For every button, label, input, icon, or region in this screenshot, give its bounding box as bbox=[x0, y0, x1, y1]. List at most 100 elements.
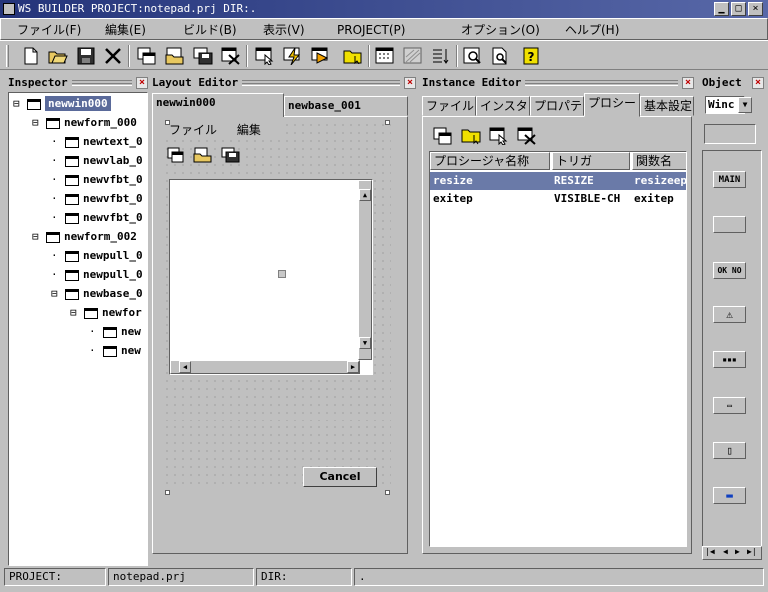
tree-node[interactable]: ⊟ newform_002 bbox=[9, 227, 147, 246]
scroll-down-icon[interactable]: ▼ bbox=[359, 337, 371, 349]
tree-node[interactable]: ⊟ newfor bbox=[9, 303, 147, 322]
minimize-icon[interactable]: ▁ bbox=[714, 2, 729, 16]
vertical-scrollbar[interactable]: ▲ ▼ bbox=[358, 180, 372, 360]
tree-node[interactable]: · new bbox=[9, 322, 147, 341]
selection-handle[interactable] bbox=[278, 270, 286, 278]
tree-node[interactable]: · newpull_0 bbox=[9, 265, 147, 284]
tree-node[interactable]: ⊟ newform_000 bbox=[9, 113, 147, 132]
tree-node[interactable]: · newvlab_0 bbox=[9, 151, 147, 170]
palette-ok-no-dialog[interactable]: OK NO bbox=[713, 262, 746, 279]
grid-icon[interactable] bbox=[374, 45, 396, 67]
collapse-toggle-icon[interactable]: ⊟ bbox=[32, 227, 44, 246]
palette-progress-bar[interactable]: ▬ bbox=[713, 487, 746, 504]
canvas-save-icon[interactable] bbox=[221, 147, 241, 163]
collapse-toggle-icon[interactable]: ⊟ bbox=[51, 284, 63, 303]
palette-warning-dialog[interactable]: ⚠ bbox=[713, 306, 746, 323]
scroll-left-icon[interactable]: ◀ bbox=[179, 361, 191, 373]
selection-handle[interactable] bbox=[165, 490, 170, 495]
layout-editor-close-icon[interactable]: × bbox=[404, 77, 416, 89]
canvas-menu-file[interactable]: ファイル bbox=[169, 123, 217, 137]
delete-window-icon[interactable] bbox=[220, 45, 242, 67]
chevron-down-icon[interactable]: ▼ bbox=[738, 97, 752, 113]
palette-scrollbar[interactable]: |◀ ◀ ▶ ▶| bbox=[702, 546, 762, 560]
menu-view[interactable]: 表示(V) bbox=[263, 21, 305, 39]
menu-options[interactable]: オプション(O) bbox=[461, 21, 540, 39]
inspector-close-icon[interactable]: × bbox=[136, 77, 148, 89]
open-folder-icon[interactable] bbox=[47, 45, 69, 67]
canvas-menu-edit[interactable]: 編集 bbox=[237, 123, 261, 137]
palette-button[interactable] bbox=[713, 216, 746, 233]
cancel-button[interactable]: Cancel bbox=[303, 467, 377, 487]
add-procedure-icon[interactable] bbox=[433, 127, 453, 145]
selection-handle[interactable] bbox=[165, 120, 170, 125]
open-procedure-icon[interactable] bbox=[461, 127, 483, 145]
collapse-toggle-icon[interactable]: ⊟ bbox=[32, 113, 44, 132]
new-window-icon[interactable] bbox=[136, 45, 158, 67]
column-header-function-name[interactable]: 関数名 bbox=[632, 152, 686, 170]
column-header-trigger[interactable]: トリガ bbox=[552, 152, 630, 170]
menu-edit[interactable]: 編集(E) bbox=[105, 21, 146, 39]
preview-icon[interactable] bbox=[462, 45, 484, 67]
menu-build[interactable]: ビルド(B) bbox=[183, 21, 237, 39]
selection-handle[interactable] bbox=[385, 490, 390, 495]
palette-main-window[interactable]: MAIN bbox=[713, 171, 746, 188]
find-icon[interactable] bbox=[490, 45, 512, 67]
canvas-new-window-icon[interactable] bbox=[167, 147, 185, 163]
menu-file[interactable]: ファイル(F) bbox=[17, 21, 81, 39]
sort-icon[interactable] bbox=[430, 45, 452, 67]
horizontal-scrollbar[interactable]: ◀ ▶ bbox=[170, 360, 360, 374]
new-file-icon[interactable] bbox=[20, 45, 42, 67]
save-window-icon[interactable] bbox=[192, 45, 214, 67]
app-icon[interactable] bbox=[3, 3, 15, 15]
palette-label[interactable]: ▭ bbox=[713, 397, 746, 414]
save-icon[interactable] bbox=[75, 45, 97, 67]
palette-text-field[interactable]: ▪▪▪ bbox=[713, 351, 746, 368]
table-row[interactable]: resize RESIZE resizeep bbox=[430, 172, 686, 190]
scroll-first-icon[interactable]: |◀ bbox=[705, 547, 715, 556]
canvas-open-icon[interactable] bbox=[193, 147, 213, 163]
tree-node[interactable]: · newvfbt_0 bbox=[9, 170, 147, 189]
collapse-toggle-icon[interactable]: ⊟ bbox=[13, 94, 25, 113]
close-icon[interactable]: × bbox=[748, 2, 763, 16]
maximize-icon[interactable]: □ bbox=[731, 2, 746, 16]
scroll-left-icon[interactable]: ◀ bbox=[723, 547, 728, 556]
open-window-icon[interactable] bbox=[164, 45, 186, 67]
inspector-tree[interactable]: ⊟ newwin000 ⊟ newform_000 · newtext_0 · newvlab… bbox=[8, 92, 148, 566]
tree-node[interactable]: · newtext_0 bbox=[9, 132, 147, 151]
scroll-last-icon[interactable]: ▶| bbox=[747, 547, 757, 556]
tree-node[interactable]: · newvfbt_0 bbox=[9, 208, 147, 227]
menu-help[interactable]: ヘルプ(H) bbox=[565, 21, 619, 39]
stripes-icon[interactable] bbox=[402, 45, 424, 67]
tree-node[interactable]: · newpull_0 bbox=[9, 246, 147, 265]
select-procedure-icon[interactable] bbox=[489, 127, 511, 146]
tab-properties[interactable]: プロパテ bbox=[530, 96, 584, 116]
scroll-right-icon[interactable]: ▶ bbox=[347, 361, 359, 373]
collapse-toggle-icon[interactable]: ⊟ bbox=[70, 303, 82, 322]
scroll-right-icon[interactable]: ▶ bbox=[735, 547, 740, 556]
tab-basic-settings[interactable]: 基本設定 bbox=[640, 96, 694, 116]
selection-handle[interactable] bbox=[385, 120, 390, 125]
instance-editor-close-icon[interactable]: × bbox=[682, 77, 694, 89]
run-icon[interactable] bbox=[310, 45, 332, 67]
tree-node[interactable]: · new bbox=[9, 341, 147, 360]
tree-node[interactable]: ⊟ newwin000 bbox=[9, 94, 147, 113]
object-close-icon[interactable]: × bbox=[752, 77, 764, 89]
folder-icon[interactable] bbox=[342, 45, 364, 67]
build-icon[interactable] bbox=[282, 45, 304, 67]
menu-project[interactable]: PROJECT(P) bbox=[337, 21, 405, 39]
table-row[interactable]: exitep VISIBLE-CH exitep bbox=[430, 190, 686, 208]
tree-node[interactable]: · newvfbt_0 bbox=[9, 189, 147, 208]
palette-file-selector[interactable]: ▯ bbox=[713, 442, 746, 459]
delete-procedure-icon[interactable] bbox=[517, 127, 539, 145]
scroll-up-icon[interactable]: ▲ bbox=[359, 189, 371, 201]
help-icon[interactable]: ? bbox=[520, 45, 542, 67]
column-header-procedure-name[interactable]: プロシージャ名称 bbox=[430, 152, 550, 170]
tab-newwin000[interactable]: newwin000 bbox=[152, 93, 284, 117]
tab-file[interactable]: ファイル bbox=[422, 96, 476, 116]
tab-newbase-001[interactable]: newbase_001 bbox=[284, 96, 408, 116]
object-name-field[interactable] bbox=[704, 124, 756, 144]
tab-instance[interactable]: インスタ bbox=[476, 96, 530, 116]
tree-node[interactable]: ⊟ newbase_0 bbox=[9, 284, 147, 303]
tab-procedures[interactable]: プロシー bbox=[584, 93, 640, 117]
select-icon[interactable] bbox=[254, 45, 276, 67]
